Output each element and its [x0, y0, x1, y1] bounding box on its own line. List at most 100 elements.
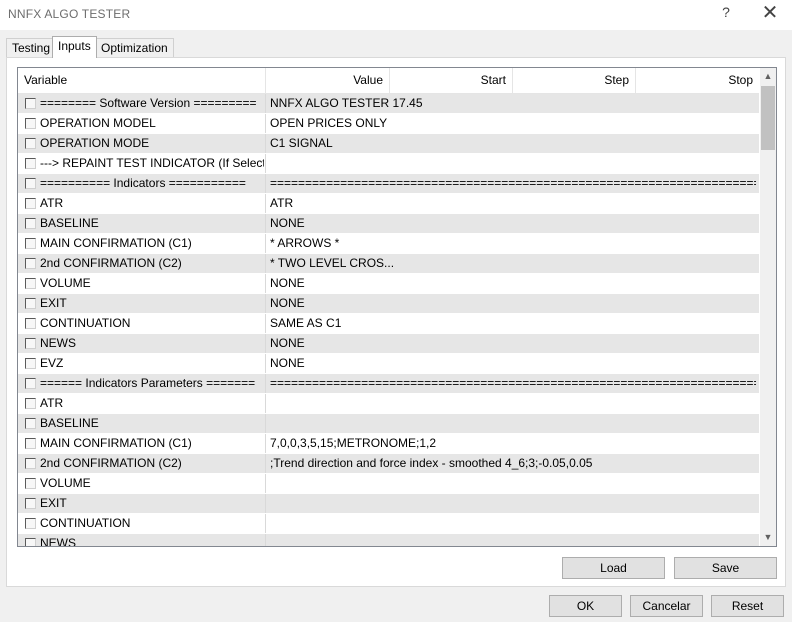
- value-cell[interactable]: [270, 534, 756, 546]
- value-cell[interactable]: [270, 494, 756, 513]
- row-checkbox[interactable]: [25, 238, 36, 249]
- variable-cell: BASELINE: [40, 216, 99, 230]
- table-row[interactable]: ---> REPAINT TEST INDICATOR (If Selected…: [18, 154, 759, 174]
- value-cell[interactable]: NONE: [270, 354, 756, 373]
- vertical-scrollbar[interactable]: ▲ ▼: [760, 68, 776, 546]
- table-row[interactable]: VOLUME NONE: [18, 274, 759, 294]
- column-header-start[interactable]: Start: [390, 68, 513, 93]
- value-cell[interactable]: ========================================…: [270, 374, 756, 393]
- row-checkbox[interactable]: [25, 518, 36, 529]
- row-checkbox[interactable]: [25, 278, 36, 289]
- value-cell[interactable]: [270, 474, 756, 493]
- column-header-stop[interactable]: Stop: [636, 68, 759, 93]
- tab-inputs[interactable]: Inputs: [52, 36, 97, 58]
- value-cell[interactable]: NONE: [270, 214, 756, 233]
- table-row[interactable]: EXIT NONE: [18, 294, 759, 314]
- column-header-step[interactable]: Step: [513, 68, 636, 93]
- row-checkbox[interactable]: [25, 178, 36, 189]
- table-row[interactable]: ========== Indicators =========== =======…: [18, 174, 759, 194]
- column-divider: [265, 274, 266, 293]
- row-checkbox[interactable]: [25, 298, 36, 309]
- table-row[interactable]: CONTINUATION SAME AS C1: [18, 314, 759, 334]
- scroll-up-icon[interactable]: ▲: [760, 68, 776, 85]
- table-row[interactable]: EVZ NONE: [18, 354, 759, 374]
- table-row[interactable]: 2nd CONFIRMATION (C2) * TWO LEVEL CROS...: [18, 254, 759, 274]
- row-checkbox[interactable]: [25, 318, 36, 329]
- table-row[interactable]: OPERATION MODE C1 SIGNAL: [18, 134, 759, 154]
- row-checkbox[interactable]: [25, 538, 36, 546]
- value-cell[interactable]: ========================================…: [270, 174, 756, 193]
- variable-cell: EXIT: [40, 296, 67, 310]
- table-row[interactable]: CONTINUATION: [18, 514, 759, 534]
- table-row[interactable]: EXIT: [18, 494, 759, 514]
- column-header-variable[interactable]: Variable: [18, 68, 266, 93]
- row-checkbox[interactable]: [25, 198, 36, 209]
- table-row[interactable]: BASELINE NONE: [18, 214, 759, 234]
- table-row[interactable]: MAIN CONFIRMATION (C1) 7,0,0,3,5,15;METRO…: [18, 434, 759, 454]
- row-checkbox[interactable]: [25, 498, 36, 509]
- value-cell[interactable]: [270, 394, 756, 413]
- variable-cell: EVZ: [40, 356, 64, 370]
- value-cell[interactable]: NONE: [270, 274, 756, 293]
- row-checkbox[interactable]: [25, 258, 36, 269]
- tab-testing[interactable]: Testing: [6, 38, 57, 57]
- column-divider: [265, 314, 266, 333]
- help-icon[interactable]: ?: [714, 4, 738, 24]
- column-divider: [265, 114, 266, 133]
- column-divider: [265, 354, 266, 373]
- value-cell[interactable]: NNFX ALGO TESTER 17.45: [270, 94, 756, 113]
- value-cell[interactable]: [270, 514, 756, 533]
- row-checkbox[interactable]: [25, 118, 36, 129]
- table-row[interactable]: ======== Software Version ========= NNFX …: [18, 94, 759, 114]
- row-checkbox[interactable]: [25, 478, 36, 489]
- value-cell[interactable]: 7,0,0,3,5,15;METRONOME;1,2: [270, 434, 756, 453]
- column-divider: [265, 334, 266, 353]
- table-row[interactable]: NEWS: [18, 534, 759, 546]
- row-checkbox[interactable]: [25, 458, 36, 469]
- row-checkbox[interactable]: [25, 358, 36, 369]
- value-cell[interactable]: NONE: [270, 334, 756, 353]
- value-cell[interactable]: C1 SIGNAL: [270, 134, 756, 153]
- scroll-down-icon[interactable]: ▼: [760, 529, 776, 546]
- table-row[interactable]: 2nd CONFIRMATION (C2) ;Trend direction an…: [18, 454, 759, 474]
- row-checkbox[interactable]: [25, 158, 36, 169]
- value-cell[interactable]: NONE: [270, 294, 756, 313]
- table-row[interactable]: ATR: [18, 394, 759, 414]
- reset-button[interactable]: Reset: [711, 595, 784, 617]
- row-checkbox[interactable]: [25, 98, 36, 109]
- load-button[interactable]: Load: [562, 557, 665, 579]
- row-checkbox[interactable]: [25, 138, 36, 149]
- row-checkbox[interactable]: [25, 378, 36, 389]
- row-checkbox[interactable]: [25, 418, 36, 429]
- scroll-thumb[interactable]: [761, 86, 775, 150]
- column-divider: [265, 534, 266, 546]
- column-header-value[interactable]: Value: [266, 68, 390, 93]
- tab-optimization[interactable]: Optimization: [95, 38, 174, 57]
- value-cell[interactable]: [270, 154, 756, 173]
- row-checkbox[interactable]: [25, 338, 36, 349]
- table-row[interactable]: ATR ATR: [18, 194, 759, 214]
- ok-button[interactable]: OK: [549, 595, 622, 617]
- column-divider: [265, 254, 266, 273]
- cancel-button[interactable]: Cancelar: [630, 595, 703, 617]
- row-checkbox[interactable]: [25, 218, 36, 229]
- row-checkbox[interactable]: [25, 438, 36, 449]
- value-cell[interactable]: SAME AS C1: [270, 314, 756, 333]
- variable-cell: VOLUME: [40, 276, 91, 290]
- table-row[interactable]: ====== Indicators Parameters ======= ====…: [18, 374, 759, 394]
- table-row[interactable]: BASELINE: [18, 414, 759, 434]
- save-button[interactable]: Save: [674, 557, 777, 579]
- close-icon[interactable]: ✕: [758, 2, 782, 26]
- value-cell[interactable]: ;Trend direction and force index - smoot…: [270, 454, 756, 473]
- table-row[interactable]: MAIN CONFIRMATION (C1) * ARROWS *: [18, 234, 759, 254]
- value-cell[interactable]: OPEN PRICES ONLY: [270, 114, 756, 133]
- variable-cell: VOLUME: [40, 476, 91, 490]
- table-row[interactable]: NEWS NONE: [18, 334, 759, 354]
- table-row[interactable]: OPERATION MODEL OPEN PRICES ONLY: [18, 114, 759, 134]
- value-cell[interactable]: * ARROWS *: [270, 234, 756, 253]
- table-row[interactable]: VOLUME: [18, 474, 759, 494]
- value-cell[interactable]: ATR: [270, 194, 756, 213]
- row-checkbox[interactable]: [25, 398, 36, 409]
- value-cell[interactable]: * TWO LEVEL CROS...: [270, 254, 756, 273]
- value-cell[interactable]: [270, 414, 756, 433]
